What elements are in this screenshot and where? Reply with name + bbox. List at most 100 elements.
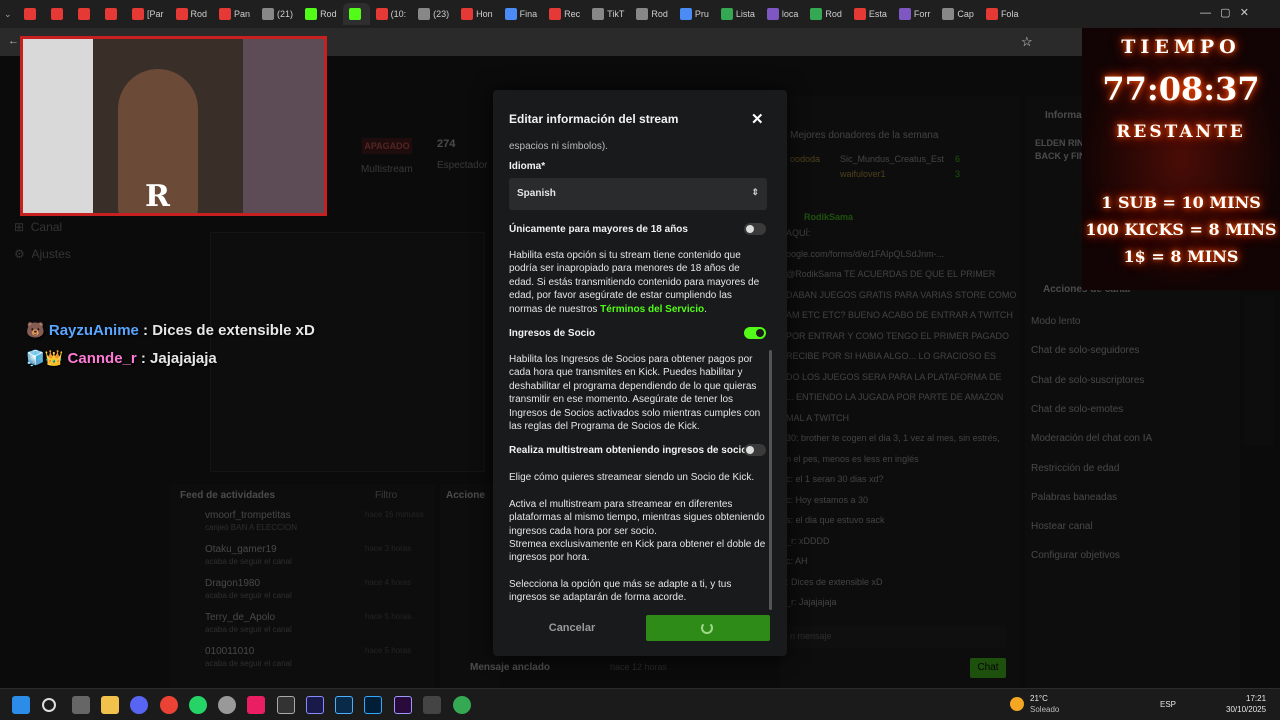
bookmark-star-icon[interactable]: ☆	[1021, 34, 1033, 50]
lightroom-icon[interactable]	[335, 696, 353, 714]
partner-description: Habilita los Ingresos de Socios para obt…	[509, 354, 761, 433]
clock-time[interactable]: 17:21	[1246, 694, 1266, 703]
temperature: 21°C	[1030, 694, 1048, 703]
save-button[interactable]	[646, 615, 770, 641]
photoshop-icon[interactable]	[364, 696, 382, 714]
timer-rule: 1 SUB = 10 MINS	[1101, 193, 1261, 212]
tab-favicon-icon	[175, 8, 188, 20]
tab-favicon-icon	[219, 8, 232, 20]
tab-favicon-icon	[853, 8, 866, 20]
tab-favicon-icon	[636, 8, 649, 20]
modal-title: Editar información del stream	[509, 112, 679, 126]
discord-icon[interactable]	[130, 696, 148, 714]
task-view-icon[interactable]	[72, 696, 90, 714]
tab-favicon-icon	[679, 8, 692, 20]
multistream-toggle-label: Realiza multistream obteniendo ingresos …	[509, 445, 748, 456]
tab-favicon-icon	[766, 8, 779, 20]
window-controls[interactable]: — ▢ ✕	[1200, 6, 1249, 19]
tab-label: Hon	[476, 9, 493, 19]
browser-tab[interactable]: Forr	[893, 3, 937, 25]
tab-favicon-icon	[305, 8, 318, 20]
final-text: Selecciona la opción que más se adapte a…	[509, 579, 732, 604]
chrome-active-icon[interactable]	[453, 696, 471, 714]
terminal-icon[interactable]	[423, 696, 441, 714]
poster-image	[243, 39, 324, 213]
browser-tab[interactable]: Esta	[848, 3, 893, 25]
browser-tab[interactable]: Rod	[804, 3, 848, 25]
language-value: Spanish	[517, 188, 556, 199]
tab-favicon-icon	[504, 8, 517, 20]
file-explorer-icon[interactable]	[101, 696, 119, 714]
weather-icon[interactable]	[1010, 697, 1024, 711]
webcam-overlay: R	[20, 36, 327, 216]
browser-tab[interactable]	[45, 3, 72, 25]
subathon-timer-overlay: TIEMPO 77:08:37 RESTANTE 1 SUB = 10 MINS…	[1082, 28, 1280, 290]
browser-tab[interactable]: Rod	[170, 3, 214, 25]
adult-toggle[interactable]	[744, 223, 766, 235]
tiktok-icon[interactable]	[247, 696, 265, 714]
browser-tab[interactable]: (23)	[412, 3, 455, 25]
multistream-description: Activa el multistream para streamear en …	[509, 499, 765, 537]
tab-favicon-icon	[898, 8, 911, 20]
multistream-description-2: Stremea exclusivamente en Kick para obte…	[509, 539, 766, 564]
tab-favicon-icon	[105, 8, 117, 20]
browser-tab[interactable]: Rod	[630, 3, 674, 25]
browser-tab[interactable]: loca	[761, 3, 805, 25]
tab-label: loca	[781, 9, 799, 19]
browser-tab[interactable]	[18, 3, 45, 25]
tab-label: (10:	[390, 9, 407, 19]
tab-label: Pan	[234, 9, 251, 19]
close-icon[interactable]: ✕	[751, 110, 764, 128]
windows-start-icon[interactable]	[12, 696, 30, 714]
tab-favicon-icon	[549, 8, 562, 20]
app-icon[interactable]	[218, 696, 236, 714]
loading-spinner-icon	[701, 622, 713, 634]
overlay-chat-msg: : Jajajajaja	[136, 350, 217, 367]
timer-value: 77:08:37	[1102, 70, 1260, 108]
tab-favicon-icon	[592, 8, 605, 20]
partner-toggle-label: Ingresos de Socio	[509, 328, 596, 339]
search-icon[interactable]	[42, 698, 56, 712]
shelf-image	[23, 39, 93, 213]
browser-tab[interactable]: Cap	[936, 3, 980, 25]
browser-tab[interactable]: Fola	[980, 3, 1025, 25]
browser-tab[interactable]: [Par	[126, 3, 170, 25]
modal-scrollbar[interactable]	[769, 350, 772, 610]
cancel-button[interactable]: Cancelar	[533, 615, 611, 641]
clock-date[interactable]: 30/10/2025	[1226, 705, 1266, 714]
tab-favicon-icon	[985, 8, 998, 20]
browser-tab[interactable]: Rod	[299, 3, 343, 25]
browser-tab[interactable]: Pan	[213, 3, 256, 25]
whatsapp-icon[interactable]	[189, 696, 207, 714]
overlay-chat-user: RayzuAnime	[48, 322, 139, 339]
terms-link[interactable]: Términos del Servicio	[600, 304, 704, 315]
language-indicator[interactable]: ESP	[1160, 700, 1176, 709]
language-select[interactable]: Spanish ⇕	[509, 178, 767, 210]
tab-label: Rod	[190, 9, 208, 19]
premiere-icon[interactable]	[394, 696, 412, 714]
tab-favicon-icon	[418, 8, 431, 20]
audition-icon[interactable]	[306, 696, 324, 714]
tab-label: Lista	[735, 9, 755, 19]
browser-tab[interactable]: Rec	[543, 3, 586, 25]
tab-list-icon[interactable]: ⌄	[4, 9, 18, 20]
browser-tab[interactable]: TikT	[586, 3, 630, 25]
chrome-icon[interactable]	[160, 696, 178, 714]
browser-tab[interactable]: (21)	[256, 3, 299, 25]
tab-label: Pru	[694, 9, 709, 19]
browser-tab[interactable]: Lista	[715, 3, 761, 25]
app-icon[interactable]	[277, 696, 295, 714]
tab-label: TikT	[607, 9, 625, 19]
browser-tab[interactable]: Hon	[455, 3, 499, 25]
browser-tab[interactable]	[99, 3, 126, 25]
browser-tab[interactable]: Fina	[499, 3, 544, 25]
weather-text: Soleado	[1030, 705, 1060, 714]
partner-toggle[interactable]	[744, 327, 766, 339]
browser-tab[interactable]	[72, 3, 99, 25]
back-icon[interactable]: ←	[8, 35, 19, 47]
multistream-toggle[interactable]	[744, 444, 766, 456]
browser-tab[interactable]: (10:	[370, 3, 413, 25]
browser-tab[interactable]	[342, 3, 370, 25]
browser-tab[interactable]: Pru	[674, 3, 715, 25]
tab-label: Esta	[868, 9, 887, 19]
